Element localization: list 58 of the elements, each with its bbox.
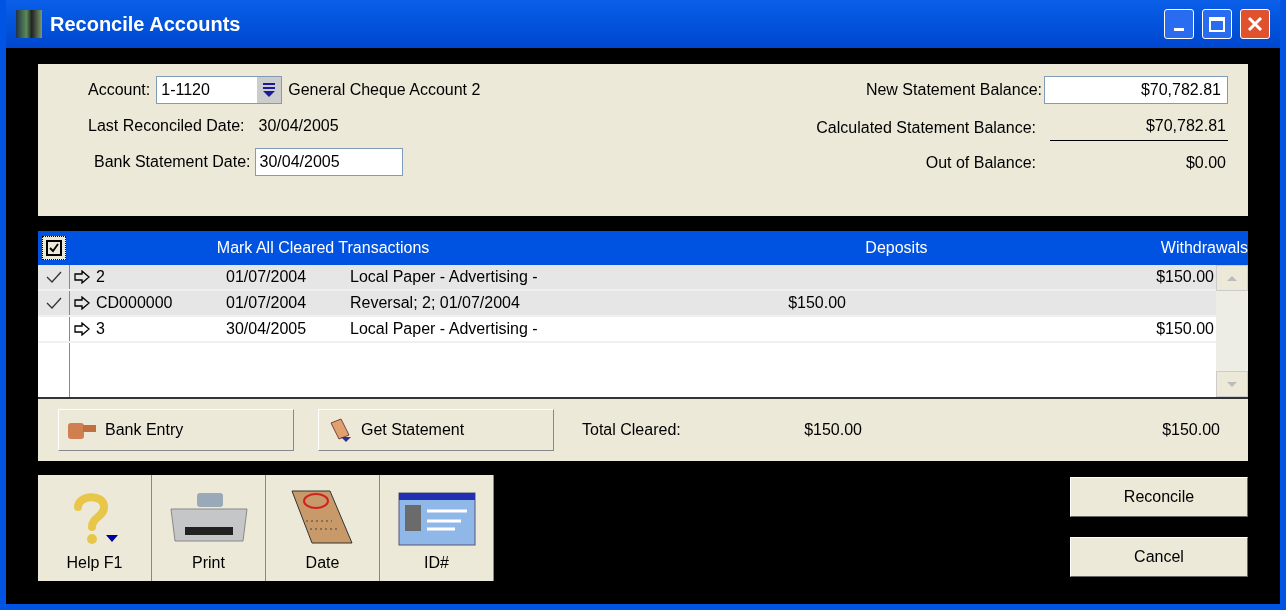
id-card-icon xyxy=(396,491,477,547)
maximize-button[interactable] xyxy=(1202,9,1232,39)
get-statement-button[interactable]: Get Statement xyxy=(318,409,554,451)
withdrawal-amount: $150.00 xyxy=(1156,268,1214,285)
last-reconciled-date: 30/04/2005 xyxy=(258,116,339,136)
minimize-button[interactable] xyxy=(1164,9,1194,39)
transaction-memo: Reversal; 2; 01/07/2004 xyxy=(350,293,521,313)
toolbar-button[interactable]: Print xyxy=(152,475,266,581)
column-header[interactable]: Deposits xyxy=(818,236,928,260)
transaction-date: 01/07/2004 xyxy=(226,293,308,313)
cancel-button[interactable]: Cancel xyxy=(1070,537,1248,577)
mark-all-checkbox[interactable] xyxy=(42,236,66,260)
toolbar-button[interactable]: Help F1 xyxy=(38,475,152,581)
withdrawal-amount: $150.00 xyxy=(1156,320,1214,337)
transaction-date: 30/04/2005 xyxy=(226,319,308,339)
total-cleared-label: Total Cleared: xyxy=(582,420,682,440)
bank-statement-date-label: Bank Statement Date: xyxy=(94,152,251,172)
list-icon[interactable] xyxy=(257,77,282,103)
deposit-amount: $150.00 xyxy=(788,294,846,311)
new-statement-balance-field[interactable]: $70,782.81 xyxy=(1044,76,1228,104)
account-field[interactable]: 1-1120 xyxy=(156,76,283,104)
cleared-checkmark[interactable] xyxy=(45,297,62,309)
account-name: General Cheque Account 2 xyxy=(288,80,482,100)
app-icon xyxy=(16,10,42,38)
total-deposits: $150.00 xyxy=(803,420,862,440)
bank-statement-date-field[interactable]: 30/04/2005 xyxy=(254,148,403,176)
transaction-date: 01/07/2004 xyxy=(226,267,308,287)
total-withdrawals: $150.00 xyxy=(1161,420,1221,440)
toolbar-button[interactable]: Date xyxy=(266,475,380,581)
bank-entry-button[interactable]: Bank Entry xyxy=(58,409,294,451)
out-of-balance-value: $0.00 xyxy=(1184,153,1227,173)
transaction-row[interactable]: CD000000 01/07/2004 Reversal; 2; 01/07/2004 $150.00 xyxy=(38,291,1216,317)
transaction-row[interactable]: 2 01/07/2004 Local Paper - Advertising - $150.00 xyxy=(38,265,1216,291)
arrow-icon[interactable] xyxy=(74,270,90,284)
transaction-id: 3 xyxy=(96,319,106,339)
reconcile-button[interactable]: Reconcile xyxy=(1070,477,1248,517)
transaction-id: CD000000 xyxy=(96,293,174,313)
close-icon xyxy=(1247,16,1263,32)
transaction-memo: Local Paper - Advertising - xyxy=(350,319,539,339)
calculated-balance-value: $70,782.81 xyxy=(1050,114,1228,141)
arrow-icon[interactable] xyxy=(74,322,90,336)
toolbar-button[interactable]: ID# xyxy=(380,475,494,581)
window-title: Reconcile Accounts xyxy=(50,12,241,37)
transaction-memo: Local Paper - Advertising - xyxy=(350,267,539,287)
arrow-icon[interactable] xyxy=(74,296,90,310)
checkmark-icon xyxy=(48,243,59,253)
calculated-balance-label: Calculated Statement Balance: xyxy=(816,117,1037,138)
column-header[interactable]: Mark All Cleared Transactions xyxy=(216,236,663,260)
document-icon xyxy=(327,417,353,443)
close-button[interactable] xyxy=(1240,9,1270,39)
new-statement-balance-label: New Statement Balance: xyxy=(864,80,1042,100)
last-reconciled-label: Last Reconciled Date: xyxy=(88,116,245,136)
transaction-id: 2 xyxy=(96,267,106,287)
account-label: Account: xyxy=(88,80,151,100)
out-of-balance-label: Out of Balance: xyxy=(924,153,1037,173)
column-header[interactable]: Withdrawals xyxy=(1079,236,1248,260)
transaction-row[interactable]: 3 30/04/2005 Local Paper - Advertising - $150.00 xyxy=(38,317,1216,343)
cleared-checkmark[interactable] xyxy=(45,271,62,283)
